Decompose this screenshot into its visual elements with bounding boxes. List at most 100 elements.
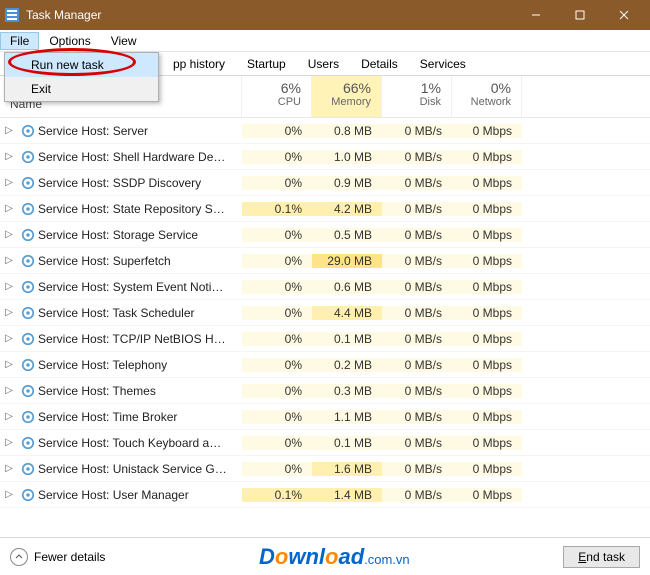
mem-cell: 1.6 MB [312,462,382,476]
expand-icon[interactable]: ▷ [0,255,18,266]
process-name: Service Host: Time Broker [38,410,242,424]
col-cpu[interactable]: 6% CPU [242,76,312,117]
process-row[interactable]: ▷Service Host: Server0%0.8 MB0 MB/s0 Mbp… [0,118,650,144]
process-name: Service Host: Task Scheduler [38,306,242,320]
cpu-cell: 0% [242,228,312,242]
process-row[interactable]: ▷Service Host: Telephony0%0.2 MB0 MB/s0 … [0,352,650,378]
cpu-cell: 0% [242,358,312,372]
process-row[interactable]: ▷ Service Host: Task Scheduler0%4.4 MB0 M… [0,300,650,326]
mem-cell: 1.1 MB [312,410,382,424]
net-label: Network [452,96,511,108]
process-name: Service Host: Unistack Service G… [38,462,242,476]
expand-icon[interactable]: ▷ [0,229,18,240]
expand-icon[interactable]: ▷ [0,463,18,474]
expand-icon[interactable]: ▷ [0,411,18,422]
cpu-cell: 0% [242,384,312,398]
process-row[interactable]: ▷Service Host: User Manager0.1%1.4 MB0 M… [0,482,650,508]
menu-run-new-task[interactable]: Run new task [5,53,158,77]
service-icon [18,488,38,502]
col-network[interactable]: 0% Network [452,76,522,117]
service-icon [18,228,38,242]
window-title: Task Manager [26,8,101,22]
process-row[interactable]: ▷Service Host: Unistack Service G…0%1.6 … [0,456,650,482]
maximize-button[interactable] [558,0,602,30]
col-disk[interactable]: 1% Disk [382,76,452,117]
process-row[interactable]: ▷Service Host: Time Broker0%1.1 MB0 MB/s… [0,404,650,430]
end-task-button[interactable]: End task [563,546,640,568]
net-cell: 0 Mbps [452,410,522,424]
close-button[interactable] [602,0,646,30]
tab-details[interactable]: Details [350,52,409,75]
net-cell: 0 Mbps [452,488,522,502]
fewer-details-label: Fewer details [34,550,105,564]
menu-exit[interactable]: Exit [5,77,158,101]
expand-icon[interactable]: ▷ [0,281,18,292]
mem-label: Memory [312,96,371,108]
cpu-cell: 0% [242,306,312,320]
tab-app-history[interactable]: pp history [162,52,236,75]
mem-cell: 0.2 MB [312,358,382,372]
expand-icon[interactable]: ▷ [0,307,18,318]
expand-icon[interactable]: ▷ [0,333,18,344]
process-list[interactable]: ▷Service Host: Server0%0.8 MB0 MB/s0 Mbp… [0,118,650,538]
mem-cell: 4.4 MB [312,306,382,320]
net-cell: 0 Mbps [452,228,522,242]
disk-cell: 0 MB/s [382,228,452,242]
expand-icon[interactable]: ▷ [0,359,18,370]
process-row[interactable]: ▷Service Host: Shell Hardware De…0%1.0 M… [0,144,650,170]
minimize-button[interactable] [514,0,558,30]
disk-cell: 0 MB/s [382,306,452,320]
disk-pct: 1% [382,80,441,96]
cpu-cell: 0% [242,436,312,450]
mem-cell: 1.4 MB [312,488,382,502]
chevron-up-icon [10,548,28,566]
cpu-label: CPU [242,96,301,108]
process-name: Service Host: Server [38,124,242,138]
expand-icon[interactable]: ▷ [0,437,18,448]
mem-cell: 0.3 MB [312,384,382,398]
process-row[interactable]: ▷Service Host: System Event Noti…0%0.6 M… [0,274,650,300]
process-row[interactable]: ▷Service Host: Superfetch0%29.0 MB0 MB/s… [0,248,650,274]
net-cell: 0 Mbps [452,384,522,398]
process-name: Service Host: Superfetch [38,254,242,268]
tab-services[interactable]: Services [409,52,477,75]
process-row[interactable]: ▷Service Host: TCP/IP NetBIOS H…0%0.1 MB… [0,326,650,352]
process-row[interactable]: ▷Service Host: State Repository S…0.1%4.… [0,196,650,222]
service-icon [18,436,38,450]
process-row[interactable]: ▷Service Host: Storage Service0%0.5 MB0 … [0,222,650,248]
menu-file[interactable]: File [0,32,39,50]
cpu-cell: 0% [242,254,312,268]
menu-options[interactable]: Options [39,32,100,50]
process-row[interactable]: ▷ Service Host: Touch Keyboard a…0%0.1 MB… [0,430,650,456]
disk-label: Disk [382,96,441,108]
col-memory[interactable]: 66% Memory [312,76,382,117]
process-row[interactable]: ▷Service Host: Themes0%0.3 MB0 MB/s0 Mbp… [0,378,650,404]
service-icon [18,280,38,294]
tab-users[interactable]: Users [297,52,350,75]
expand-icon[interactable]: ▷ [0,489,18,500]
process-name: Service Host: State Repository S… [38,202,242,216]
net-cell: 0 Mbps [452,150,522,164]
expand-icon[interactable]: ▷ [0,125,18,136]
tab-startup[interactable]: Startup [236,52,297,75]
service-icon [18,176,38,190]
cpu-cell: 0% [242,332,312,346]
service-icon [18,306,38,320]
net-cell: 0 Mbps [452,462,522,476]
process-name: Service Host: Storage Service [38,228,242,242]
disk-cell: 0 MB/s [382,280,452,294]
process-row[interactable]: ▷Service Host: SSDP Discovery0%0.9 MB0 M… [0,170,650,196]
menu-view[interactable]: View [101,32,147,50]
expand-icon[interactable]: ▷ [0,177,18,188]
fewer-details-button[interactable]: Fewer details [10,548,105,566]
title-bar: Task Manager [0,0,650,30]
expand-icon[interactable]: ▷ [0,385,18,396]
process-name: Service Host: Touch Keyboard a… [38,436,242,450]
cpu-pct: 6% [242,80,301,96]
mem-cell: 0.1 MB [312,436,382,450]
cpu-cell: 0.1% [242,488,312,502]
expand-icon[interactable]: ▷ [0,151,18,162]
expand-icon[interactable]: ▷ [0,203,18,214]
service-icon [18,410,38,424]
cpu-cell: 0% [242,176,312,190]
